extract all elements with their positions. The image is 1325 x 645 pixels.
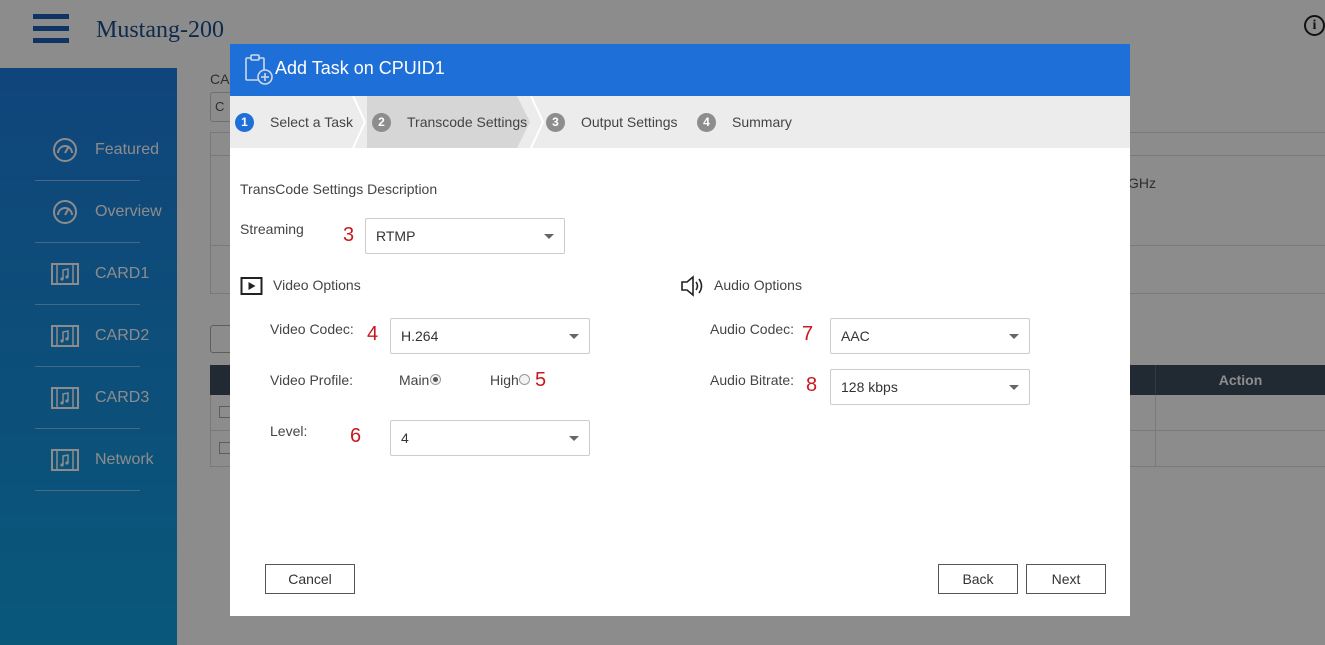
annotation-marker: 5 bbox=[535, 369, 547, 391]
annotation-marker: 3 bbox=[343, 224, 355, 246]
step-separator-icon bbox=[352, 96, 366, 148]
video-codec-select[interactable]: H.264 bbox=[390, 318, 590, 354]
cancel-button[interactable]: Cancel bbox=[265, 564, 355, 594]
annotation-marker: 8 bbox=[806, 374, 818, 396]
chevron-down-icon bbox=[569, 334, 579, 339]
add-task-clipboard-icon bbox=[245, 54, 273, 85]
annotation-marker: 7 bbox=[802, 323, 814, 345]
video-play-icon bbox=[240, 277, 263, 295]
step-separator-icon bbox=[530, 96, 544, 148]
level-label: Level: bbox=[270, 423, 308, 439]
audio-bitrate-select[interactable]: 128 kbps bbox=[830, 369, 1030, 405]
audio-codec-value: AAC bbox=[841, 328, 870, 344]
streaming-select[interactable]: RTMP bbox=[365, 218, 565, 254]
level-value: 4 bbox=[401, 430, 409, 446]
settings-description: TransCode Settings Description bbox=[240, 181, 438, 197]
profile-high-label: High bbox=[490, 372, 519, 388]
step-number: 1 bbox=[235, 113, 254, 132]
audio-bitrate-label: Audio Bitrate: bbox=[710, 372, 795, 388]
chevron-down-icon bbox=[569, 436, 579, 441]
step-number: 2 bbox=[372, 113, 391, 132]
profile-main-label: Main bbox=[399, 372, 430, 388]
chevron-down-icon bbox=[1009, 334, 1019, 339]
streaming-value: RTMP bbox=[376, 228, 416, 244]
level-select[interactable]: 4 bbox=[390, 420, 590, 456]
add-task-dialog: Add Task on CPUID1 1 Select a Task 2 Tra… bbox=[230, 44, 1130, 616]
wizard-stepper: 1 Select a Task 2 Transcode Settings 3 O… bbox=[230, 96, 1130, 148]
streaming-label: Streaming bbox=[240, 221, 304, 237]
video-codec-value: H.264 bbox=[401, 328, 439, 344]
audio-bitrate-value: 128 kbps bbox=[841, 379, 898, 395]
step-label: Summary bbox=[732, 114, 792, 130]
speaker-icon bbox=[681, 275, 703, 297]
annotation-marker: 4 bbox=[367, 323, 379, 345]
profile-main-radio[interactable] bbox=[430, 374, 441, 385]
step-label: Select a Task bbox=[270, 114, 354, 130]
chevron-down-icon bbox=[1009, 385, 1019, 390]
audio-options-title: Audio Options bbox=[714, 277, 802, 293]
video-codec-label: Video Codec: bbox=[270, 321, 354, 337]
step-number: 3 bbox=[546, 113, 565, 132]
step-number: 4 bbox=[697, 113, 716, 132]
dialog-header: Add Task on CPUID1 bbox=[230, 44, 1130, 96]
annotation-marker: 6 bbox=[350, 425, 362, 447]
step-label: Output Settings bbox=[581, 114, 678, 130]
video-profile-label: Video Profile: bbox=[270, 372, 354, 388]
audio-codec-label: Audio Codec: bbox=[710, 321, 795, 337]
audio-codec-select[interactable]: AAC bbox=[830, 318, 1030, 354]
dialog-title: Add Task on CPUID1 bbox=[275, 58, 445, 78]
video-options-title: Video Options bbox=[273, 277, 361, 293]
profile-high-radio[interactable] bbox=[519, 374, 530, 385]
next-button[interactable]: Next bbox=[1026, 564, 1106, 594]
back-button[interactable]: Back bbox=[938, 564, 1018, 594]
step-label: Transcode Settings bbox=[407, 114, 528, 130]
chevron-down-icon bbox=[544, 234, 554, 239]
